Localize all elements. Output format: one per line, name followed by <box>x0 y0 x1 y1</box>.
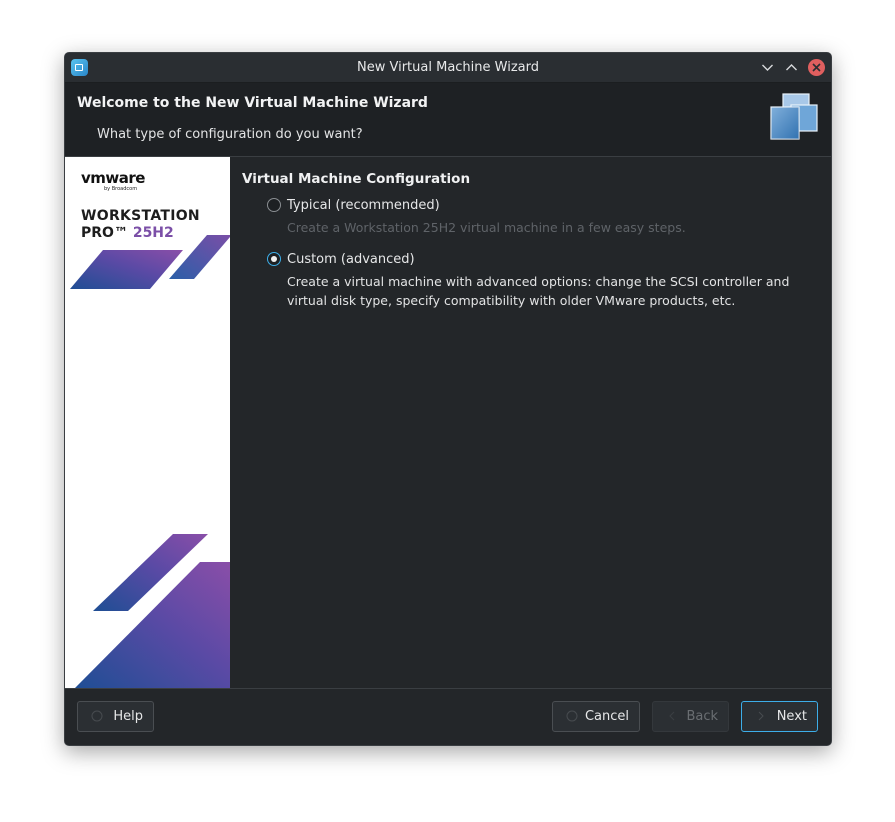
cancel-icon <box>566 710 578 722</box>
close-button[interactable] <box>808 59 825 76</box>
wizard-window: New Virtual Machine Wizard Welcome to th… <box>64 52 832 746</box>
configuration-panel: Virtual Machine Configuration Typical (r… <box>231 157 831 688</box>
maximize-button[interactable] <box>782 58 801 77</box>
section-title: Virtual Machine Configuration <box>242 171 471 187</box>
virtual-machines-icon <box>770 93 818 140</box>
header-title: Welcome to the New Virtual Machine Wizar… <box>77 95 428 111</box>
next-label: Next <box>776 709 807 724</box>
next-button[interactable]: Next <box>741 701 818 732</box>
title-bar[interactable]: New Virtual Machine Wizard <box>65 53 831 83</box>
header-subtitle: What type of configuration do you want? <box>97 127 363 142</box>
minimize-button[interactable] <box>758 58 777 77</box>
button-bar: Help Cancel Back Next <box>65 688 831 745</box>
chevron-down-icon <box>762 64 773 71</box>
option-typical-label[interactable]: Typical (recommended) <box>287 198 440 213</box>
cancel-label: Cancel <box>584 709 629 724</box>
help-button[interactable]: Help <box>77 701 154 732</box>
window-title: New Virtual Machine Wizard <box>357 60 539 75</box>
next-arrow-icon <box>758 711 764 721</box>
cancel-button[interactable]: Cancel <box>552 701 640 732</box>
chevron-up-icon <box>786 64 797 71</box>
wizard-header: Welcome to the New Virtual Machine Wizar… <box>65 83 831 157</box>
brand-graphic <box>70 235 230 688</box>
option-custom-description: Create a virtual machine with advanced o… <box>287 274 790 308</box>
option-typical-description: Create a Workstation 25H2 virtual machin… <box>287 220 686 235</box>
back-arrow-icon <box>669 711 675 721</box>
option-custom-label[interactable]: Custom (advanced) <box>287 252 415 267</box>
brand-sidebar: vmware by Broadcom WORKSTATION PRO™ 25H2 <box>65 157 230 688</box>
radio-custom[interactable] <box>267 252 281 266</box>
back-button[interactable]: Back <box>652 701 729 732</box>
back-label: Back <box>686 709 718 724</box>
help-icon <box>91 710 103 722</box>
help-label: Help <box>113 709 143 724</box>
radio-typical[interactable] <box>267 198 281 212</box>
close-icon <box>812 63 821 72</box>
